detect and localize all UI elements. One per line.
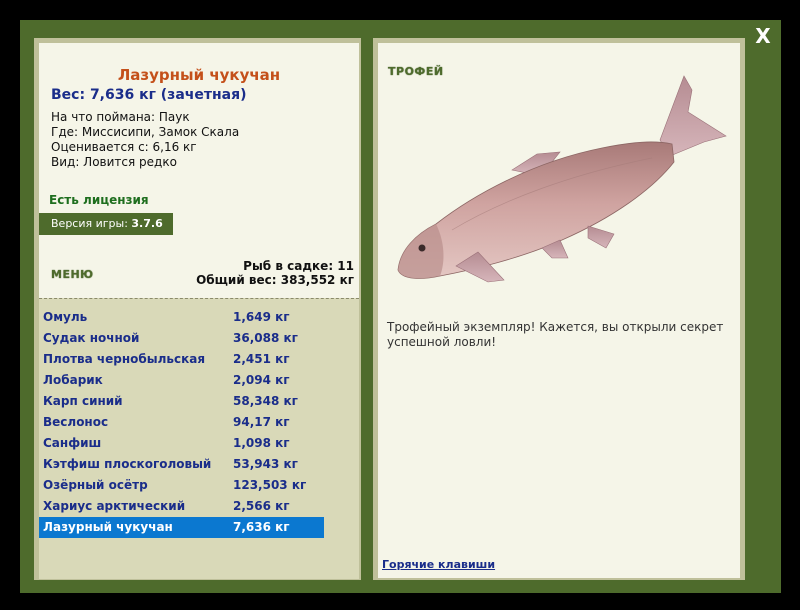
catch-row-name: Лобарик [43, 373, 103, 387]
close-icon[interactable]: X [750, 24, 776, 48]
catch-row[interactable]: Судак ночной 36,088 кг [39, 328, 324, 349]
catch-row-weight: 2,566 кг [233, 499, 290, 513]
catch-row-name: Хариус арктический [43, 499, 186, 513]
fish-image [397, 75, 727, 283]
catch-row-weight: 36,088 кг [233, 331, 298, 345]
keepnet-count: Рыб в садке: 11 [243, 259, 354, 273]
catch-row-name: Лазурный чукучан [43, 520, 173, 534]
hotkeys-link[interactable]: Горячие клавиши [382, 558, 495, 571]
catch-row[interactable]: Веслонос 94,17 кг [39, 412, 324, 433]
catch-row-weight: 58,348 кг [233, 394, 298, 408]
version-label: Версия игры: [51, 217, 132, 230]
catch-row-weight: 1,098 кг [233, 436, 290, 450]
catch-row-weight: 1,649 кг [233, 310, 290, 324]
catch-row-name: Омуль [43, 310, 88, 324]
catch-row-weight: 2,451 кг [233, 352, 290, 366]
fish-title: Лазурный чукучан [117, 66, 281, 84]
catch-row-weight: 2,094 кг [233, 373, 290, 387]
catch-row-name: Плотва чернобыльская [43, 352, 206, 366]
version-bar: Версия игры: 3.7.6 [39, 213, 173, 235]
catch-row-name: Озёрный осётр [43, 478, 148, 492]
total-weight: Общий вес: 383,552 кг [196, 273, 354, 287]
catch-row-name: Санфиш [43, 436, 102, 450]
fish-weight: Вес: 7,636 кг (зачетная) [51, 87, 247, 103]
catch-row[interactable]: Озёрный осётр 123,503 кг [39, 475, 324, 496]
catch-row-name: Веслонос [43, 415, 109, 429]
catch-row[interactable]: Карп синий 58,348 кг [39, 391, 324, 412]
fish-valued-from: Оценивается с: 6,16 кг [51, 140, 197, 154]
catch-row[interactable]: Лазурный чукучан 7,636 кг [39, 517, 324, 538]
catch-row[interactable]: Кэтфиш плоскоголовый 53,943 кг [39, 454, 324, 475]
catch-row[interactable]: Омуль 1,649 кг [39, 307, 324, 328]
catch-row[interactable]: Плотва чернобыльская 2,451 кг [39, 349, 324, 370]
catch-row[interactable]: Лобарик 2,094 кг [39, 370, 324, 391]
trophy-description: Трофейный экземпляр! Кажется, вы открыли… [387, 320, 724, 349]
catch-row-weight: 7,636 кг [233, 520, 290, 534]
catch-row-weight: 94,17 кг [233, 415, 290, 429]
catch-row-weight: 53,943 кг [233, 457, 298, 471]
version-value: 3.7.6 [131, 217, 163, 230]
menu-button[interactable]: МЕНЮ [51, 268, 94, 281]
catch-row[interactable]: Хариус арктический 2,566 кг [39, 496, 324, 517]
catch-row-name: Кэтфиш плоскоголовый [43, 457, 212, 471]
fish-location: Где: Миссисипи, Замок Скала [51, 125, 240, 139]
catch-row-weight: 123,503 кг [233, 478, 307, 492]
fish-kind: Вид: Ловится редко [51, 155, 177, 169]
catch-row-name: Судак ночной [43, 331, 140, 345]
catch-row-name: Карп синий [43, 394, 123, 408]
fish-bait: На что поймана: Паук [51, 110, 190, 124]
license-status: Есть лицензия [49, 193, 149, 207]
catch-row[interactable]: Санфиш 1,098 кг [39, 433, 324, 454]
